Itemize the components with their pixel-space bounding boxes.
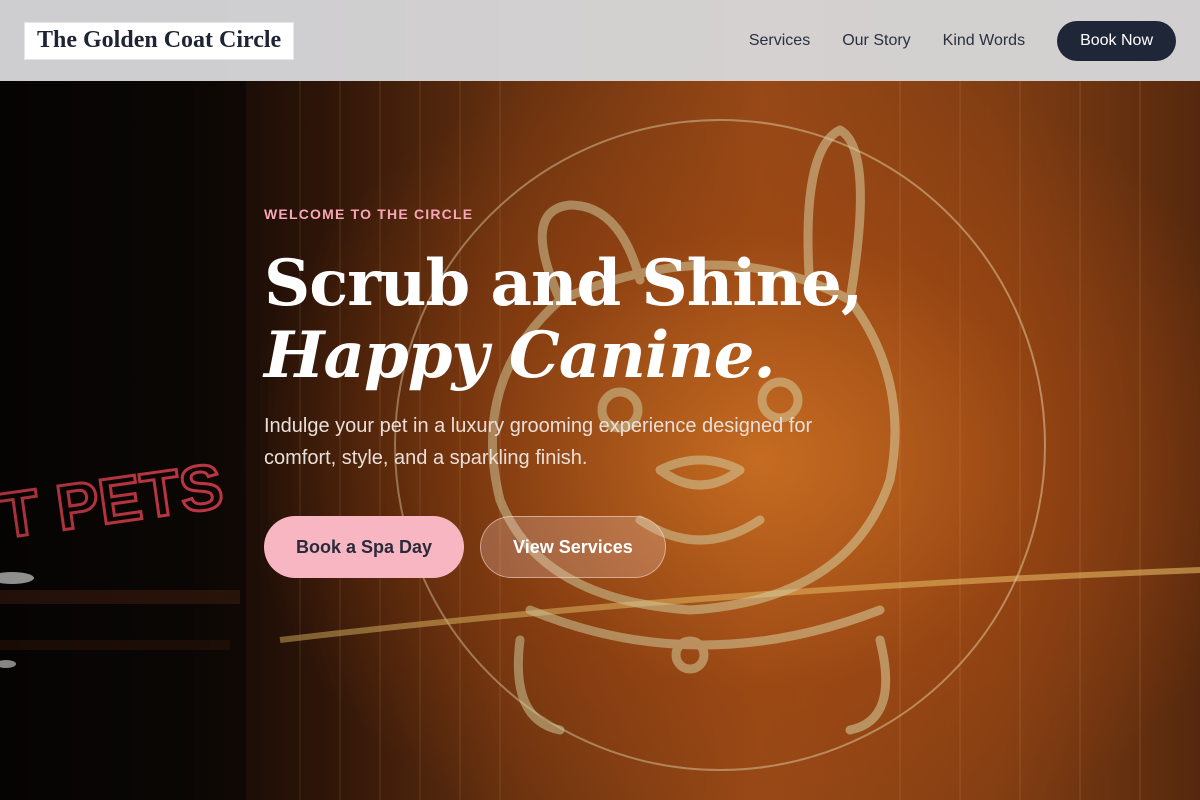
book-now-button[interactable]: Book Now: [1057, 20, 1176, 61]
main-nav: Services Our Story Kind Words Book Now: [717, 20, 1176, 61]
hero-eyebrow: WELCOME TO THE CIRCLE: [264, 206, 474, 222]
headline-line-2: Happy Canine.: [264, 318, 776, 393]
nav-link-services[interactable]: Services: [749, 32, 810, 50]
nav-link-kind-words[interactable]: Kind Words: [943, 32, 1025, 50]
nav-link-our-story[interactable]: Our Story: [842, 32, 910, 50]
site-logo[interactable]: The Golden Coat Circle: [24, 21, 295, 60]
hero-cta-row: Book a Spa Day View Services: [264, 516, 904, 578]
book-spa-day-button[interactable]: Book a Spa Day: [264, 516, 465, 578]
hero-subtext: Indulge your pet in a luxury grooming ex…: [264, 415, 813, 469]
hero-headline: Scrub and Shine, Happy Canine.: [264, 248, 904, 392]
hero-section: WELCOME TO THE CIRCLE Scrub and Shine, H…: [264, 206, 904, 578]
site-header: The Golden Coat Circle Services Our Stor…: [0, 0, 1200, 81]
view-services-button[interactable]: View Services: [480, 516, 666, 578]
headline-line-1: Scrub and Shine,: [264, 246, 863, 321]
